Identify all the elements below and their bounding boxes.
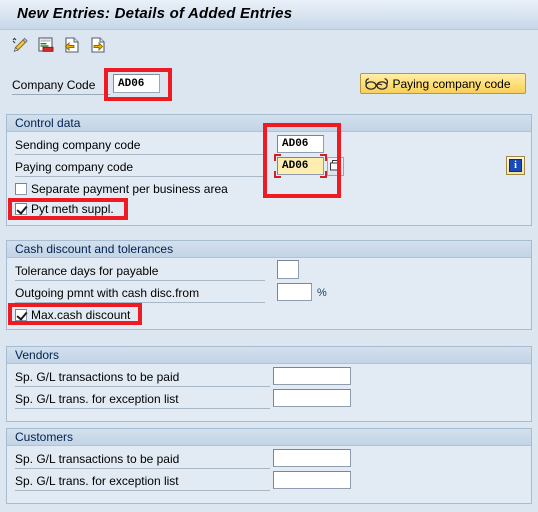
max-cash-discount-checkbox-row[interactable]: Max.cash discount	[15, 308, 130, 322]
cash-discount-group-title: Cash discount and tolerances	[7, 241, 531, 258]
outgoing-pmnt-label: Outgoing pmnt with cash disc.from	[15, 286, 200, 300]
customers-sp-gl-paid-input[interactable]	[273, 449, 351, 467]
vendors-sp-gl-exception-underline	[15, 408, 270, 409]
toolbar	[0, 31, 538, 58]
sending-company-code-input[interactable]	[277, 135, 324, 153]
sending-company-code-underline	[15, 154, 265, 155]
multiple-selection-icon[interactable]	[327, 157, 344, 176]
outgoing-pmnt-input[interactable]	[277, 283, 312, 301]
control-data-group-title: Control data	[7, 115, 531, 132]
focus-corner-bottom-right	[320, 171, 327, 178]
control-data-group-body: Sending company code Paying company code…	[7, 132, 531, 225]
sending-company-code-label: Sending company code	[15, 138, 141, 152]
customers-sp-gl-exception-input[interactable]	[273, 471, 351, 489]
edit-pencil-icon[interactable]	[10, 35, 30, 55]
vendors-sp-gl-paid-input[interactable]	[273, 367, 351, 385]
vendors-sp-gl-exception-label: Sp. G/L trans. for exception list	[15, 392, 179, 406]
page-title: New Entries: Details of Added Entries	[17, 5, 293, 22]
tolerance-days-underline	[15, 280, 265, 281]
focus-corner-top-left	[274, 154, 281, 161]
company-code-underline	[12, 94, 110, 95]
paying-company-code-underline	[15, 176, 265, 177]
focus-corner-top-right	[320, 154, 327, 161]
customers-sp-gl-exception-label: Sp. G/L trans. for exception list	[15, 474, 179, 488]
paying-company-code-focus-indicator	[274, 154, 327, 178]
separate-payment-label: Separate payment per business area	[31, 182, 228, 196]
paying-company-code-field-label: Paying company code	[15, 160, 134, 174]
percent-symbol: %	[317, 287, 327, 299]
customers-group-title: Customers	[7, 429, 531, 446]
window-title-bar: New Entries: Details of Added Entries	[0, 0, 538, 30]
tolerance-days-input[interactable]	[277, 260, 299, 279]
spectacles-icon	[364, 76, 390, 92]
max-cash-discount-label: Max.cash discount	[31, 308, 131, 322]
outgoing-pmnt-underline	[15, 302, 265, 303]
pyt-meth-suppl-checkbox-row[interactable]: Pyt meth suppl.	[15, 202, 114, 216]
paying-company-code-button[interactable]: Paying company code	[360, 73, 526, 94]
tolerance-days-label: Tolerance days for payable	[15, 264, 159, 278]
customers-group-body: Sp. G/L transactions to be paid Sp. G/L …	[7, 446, 531, 503]
vendors-sp-gl-exception-input[interactable]	[273, 389, 351, 407]
pyt-meth-suppl-checkbox[interactable]	[15, 203, 27, 215]
document-table-icon[interactable]	[36, 35, 56, 55]
cash-discount-group-body: Tolerance days for payable Outgoing pmnt…	[7, 258, 531, 329]
separate-payment-checkbox-row[interactable]: Separate payment per business area	[15, 182, 228, 196]
cash-discount-group: Cash discount and tolerances Tolerance d…	[6, 240, 532, 330]
vendors-sp-gl-paid-underline	[15, 386, 270, 387]
vendors-group-title: Vendors	[7, 347, 531, 364]
paying-company-code-input[interactable]	[277, 157, 324, 175]
company-code-input[interactable]	[113, 74, 160, 93]
vendors-group: Vendors Sp. G/L transactions to be paid …	[6, 346, 532, 422]
paying-company-code-button-label: Paying company code	[392, 76, 511, 91]
company-code-label: Company Code	[12, 78, 96, 92]
customers-sp-gl-paid-underline	[15, 468, 270, 469]
separate-payment-checkbox[interactable]	[15, 183, 27, 195]
info-letter-i: i	[509, 159, 522, 172]
customers-sp-gl-paid-label: Sp. G/L transactions to be paid	[15, 452, 180, 466]
customers-group: Customers Sp. G/L transactions to be pai…	[6, 428, 532, 504]
max-cash-discount-checkbox[interactable]	[15, 309, 27, 321]
information-icon[interactable]: i	[506, 156, 525, 175]
focus-corner-bottom-left	[274, 171, 281, 178]
customers-sp-gl-exception-underline	[15, 490, 270, 491]
vendors-group-body: Sp. G/L transactions to be paid Sp. G/L …	[7, 364, 531, 421]
page-previous-icon[interactable]	[62, 35, 82, 55]
page-next-icon[interactable]	[88, 35, 108, 55]
control-data-group: Control data Sending company code Paying…	[6, 114, 532, 226]
vendors-sp-gl-paid-label: Sp. G/L transactions to be paid	[15, 370, 180, 384]
pyt-meth-suppl-label: Pyt meth suppl.	[31, 202, 114, 216]
